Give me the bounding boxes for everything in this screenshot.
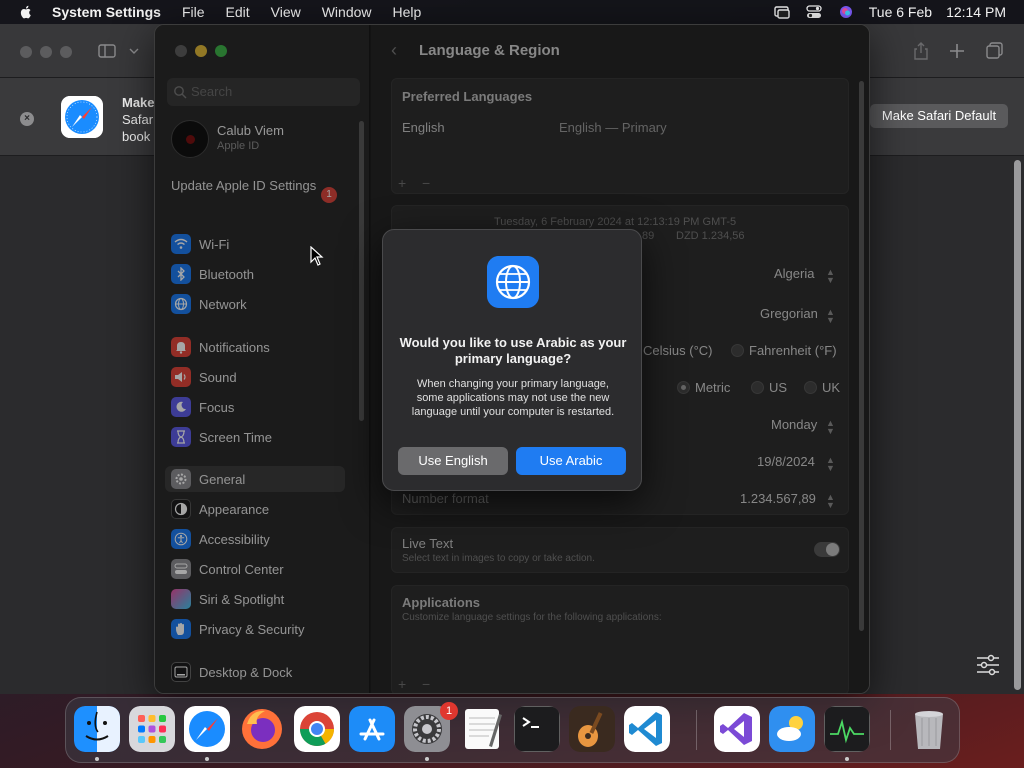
- dock-separator: [696, 710, 697, 750]
- mouse-cursor-icon: [310, 246, 324, 266]
- menu-view[interactable]: View: [271, 4, 301, 20]
- menu-app-name[interactable]: System Settings: [52, 4, 161, 20]
- weather-icon[interactable]: [769, 706, 815, 752]
- language-change-dialog: Would you like to use Arabic as your pri…: [382, 229, 642, 491]
- chrome-icon[interactable]: [294, 706, 340, 752]
- running-indicator: [205, 757, 209, 761]
- firefox-icon[interactable]: [239, 706, 285, 752]
- settings-badge: 1: [440, 702, 458, 720]
- terminal-icon[interactable]: [514, 706, 560, 752]
- app-store-icon[interactable]: [349, 706, 395, 752]
- menubar-time[interactable]: 12:14 PM: [946, 4, 1006, 20]
- running-indicator: [845, 757, 849, 761]
- siri-icon[interactable]: [837, 5, 855, 19]
- menu-file[interactable]: File: [182, 4, 205, 20]
- screen-mirroring-icon[interactable]: [773, 5, 791, 19]
- share-icon[interactable]: [912, 42, 930, 60]
- safari-minimize-button[interactable]: [40, 46, 52, 58]
- dock: 1: [65, 697, 960, 763]
- safari-close-button[interactable]: [20, 46, 32, 58]
- visual-studio-icon[interactable]: [714, 706, 760, 752]
- new-tab-icon[interactable]: [948, 42, 966, 60]
- vscode-icon[interactable]: [624, 706, 670, 752]
- banner-close-icon[interactable]: ×: [20, 112, 34, 126]
- make-safari-default-button[interactable]: Make Safari Default: [870, 104, 1008, 128]
- control-center-icon[interactable]: [805, 5, 823, 19]
- launchpad-icon[interactable]: [129, 706, 175, 752]
- use-arabic-button[interactable]: Use Arabic: [516, 447, 626, 475]
- trash-icon[interactable]: [906, 706, 952, 752]
- running-indicator: [425, 757, 429, 761]
- menubar-date[interactable]: Tue 6 Feb: [869, 4, 932, 20]
- safari-compass-icon: [61, 96, 103, 138]
- sidebar-toggle-icon[interactable]: [98, 42, 116, 60]
- garageband-icon[interactable]: [569, 706, 615, 752]
- dock-separator: [890, 710, 891, 750]
- safari-scrollbar[interactable]: [1014, 160, 1021, 690]
- activity-monitor-icon[interactable]: [824, 706, 870, 752]
- sliders-icon[interactable]: [976, 654, 1000, 676]
- dialog-title: Would you like to use Arabic as your pri…: [399, 335, 627, 366]
- menu-bar: System Settings File Edit View Window He…: [0, 0, 1024, 24]
- tab-overview-icon[interactable]: [986, 42, 1004, 60]
- use-english-button[interactable]: Use English: [398, 447, 508, 475]
- apple-menu-icon[interactable]: [18, 4, 34, 20]
- globe-icon: [487, 256, 539, 308]
- menu-edit[interactable]: Edit: [226, 4, 250, 20]
- finder-icon[interactable]: [74, 706, 120, 752]
- safari-zoom-button[interactable]: [60, 46, 72, 58]
- dialog-message: When changing your primary language, som…: [411, 378, 615, 418]
- banner-text: Make Safari book: [122, 95, 156, 144]
- menu-help[interactable]: Help: [393, 4, 422, 20]
- running-indicator: [95, 757, 99, 761]
- chevron-down-icon[interactable]: [128, 42, 140, 60]
- textedit-icon[interactable]: [459, 706, 505, 752]
- safari-icon[interactable]: [184, 706, 230, 752]
- menu-window[interactable]: Window: [322, 4, 372, 20]
